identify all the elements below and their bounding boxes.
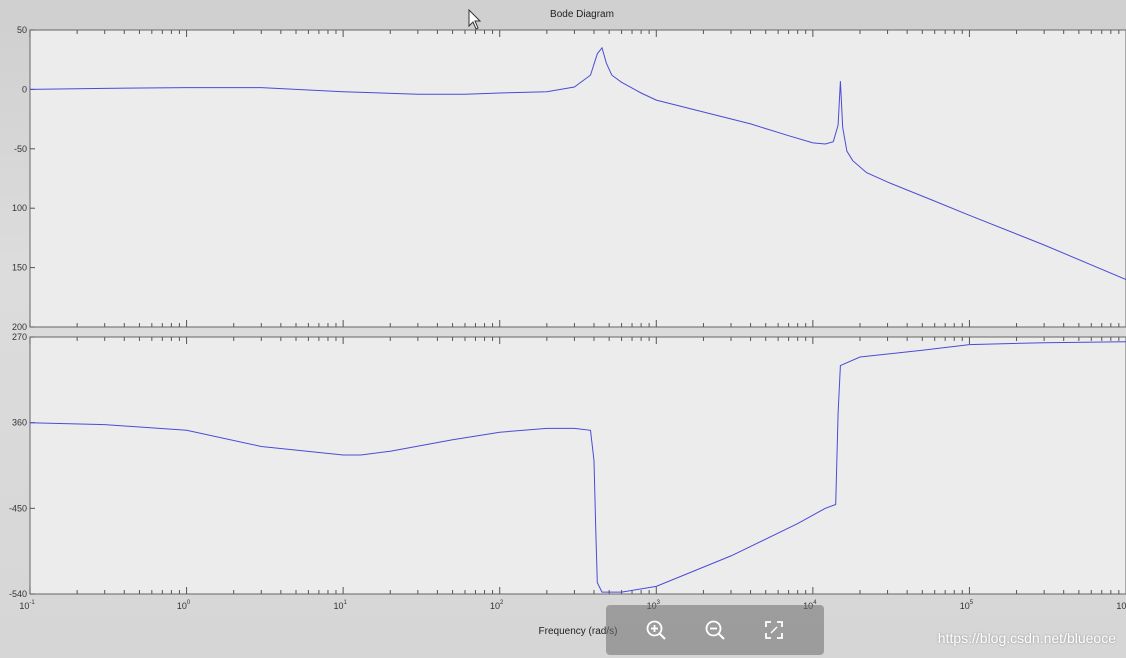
zoom-out-button[interactable] xyxy=(701,616,729,644)
x-tick-label: 100 xyxy=(177,600,191,611)
x-tick-label: 105 xyxy=(960,600,974,611)
magnitude-plot-area xyxy=(29,29,1126,328)
phase-plot-area xyxy=(29,336,1126,595)
y-tick-label: -50 xyxy=(14,144,27,154)
fullscreen-button[interactable] xyxy=(760,616,788,644)
y-tick-label: -450 xyxy=(9,503,27,513)
y-tick-label: 100 xyxy=(12,203,27,213)
zoom-out-icon xyxy=(705,620,725,640)
y-tick-label: 150 xyxy=(12,263,27,273)
y-tick-label: -540 xyxy=(9,589,27,599)
y-tick-label: 200 xyxy=(12,322,27,332)
y-tick-label: 0 xyxy=(22,84,27,94)
x-tick-label: 106 xyxy=(1116,600,1126,611)
frequency-tick-labels: 10-1100101102103104105106 xyxy=(19,600,1126,611)
image-viewer-toolbar xyxy=(606,605,824,655)
x-tick-label: 10-1 xyxy=(19,600,35,611)
figure-window: 200 150 100 -50 0 50 -540 -450 360 270 10-1 100 10… xyxy=(0,0,1126,658)
y-tick-label: 360 xyxy=(12,418,27,428)
watermark-text: https://blog.csdn.net/blueoce xyxy=(937,630,1116,646)
x-tick-label: 102 xyxy=(490,600,504,611)
x-tick-label: 101 xyxy=(333,600,347,611)
y-tick-label: 270 xyxy=(12,332,27,342)
chart-title: Bode Diagram xyxy=(550,9,614,20)
y-tick-label: 50 xyxy=(17,25,27,35)
zoom-in-button[interactable] xyxy=(642,616,670,644)
bode-diagram: 200 150 100 -50 0 50 -540 -450 360 270 10-1 100 10… xyxy=(9,9,1126,637)
fullscreen-icon xyxy=(765,621,784,639)
zoom-in-icon xyxy=(646,620,666,640)
mouse-cursor-icon xyxy=(468,8,482,36)
